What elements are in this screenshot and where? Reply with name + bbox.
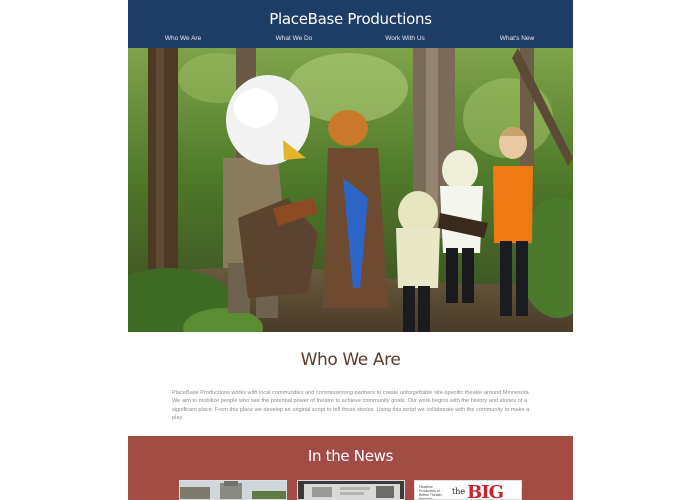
news-thumbnail-3[interactable]: Headline Production of Bethel Theater Pr… [414, 480, 522, 500]
main-nav: Who We Are What We Do Work With Us What'… [128, 35, 573, 47]
news-thumbnail-2[interactable] [297, 480, 405, 500]
section-title-in-the-news: In the News [307, 447, 394, 465]
site-header: PlaceBase Productions Who We Are What We… [128, 0, 573, 48]
page: PlaceBase Productions Who We Are What We… [128, 0, 573, 500]
nav-whats-new[interactable]: What's New [482, 35, 552, 42]
section-title-who-we-are: Who We Are [300, 350, 401, 370]
about-description: PlaceBase Productions works with local c… [172, 390, 531, 421]
news-section: In the News Headline Production of Bethe… [128, 436, 573, 500]
nav-who-we-are[interactable]: Who We Are [148, 35, 218, 42]
nav-what-we-do[interactable]: What We Do [259, 35, 329, 42]
thumbnail-caption: Headline Production of Bethel Theater Pr… [419, 485, 442, 500]
thumbnail-word-big: BIG [467, 482, 504, 500]
site-title[interactable]: PlaceBase Productions [128, 10, 573, 28]
nav-work-with-us[interactable]: Work With Us [370, 35, 440, 42]
hero-photo [128, 48, 573, 332]
thumbnail-word-the: the [452, 487, 466, 496]
news-thumbnail-1[interactable] [179, 480, 287, 500]
